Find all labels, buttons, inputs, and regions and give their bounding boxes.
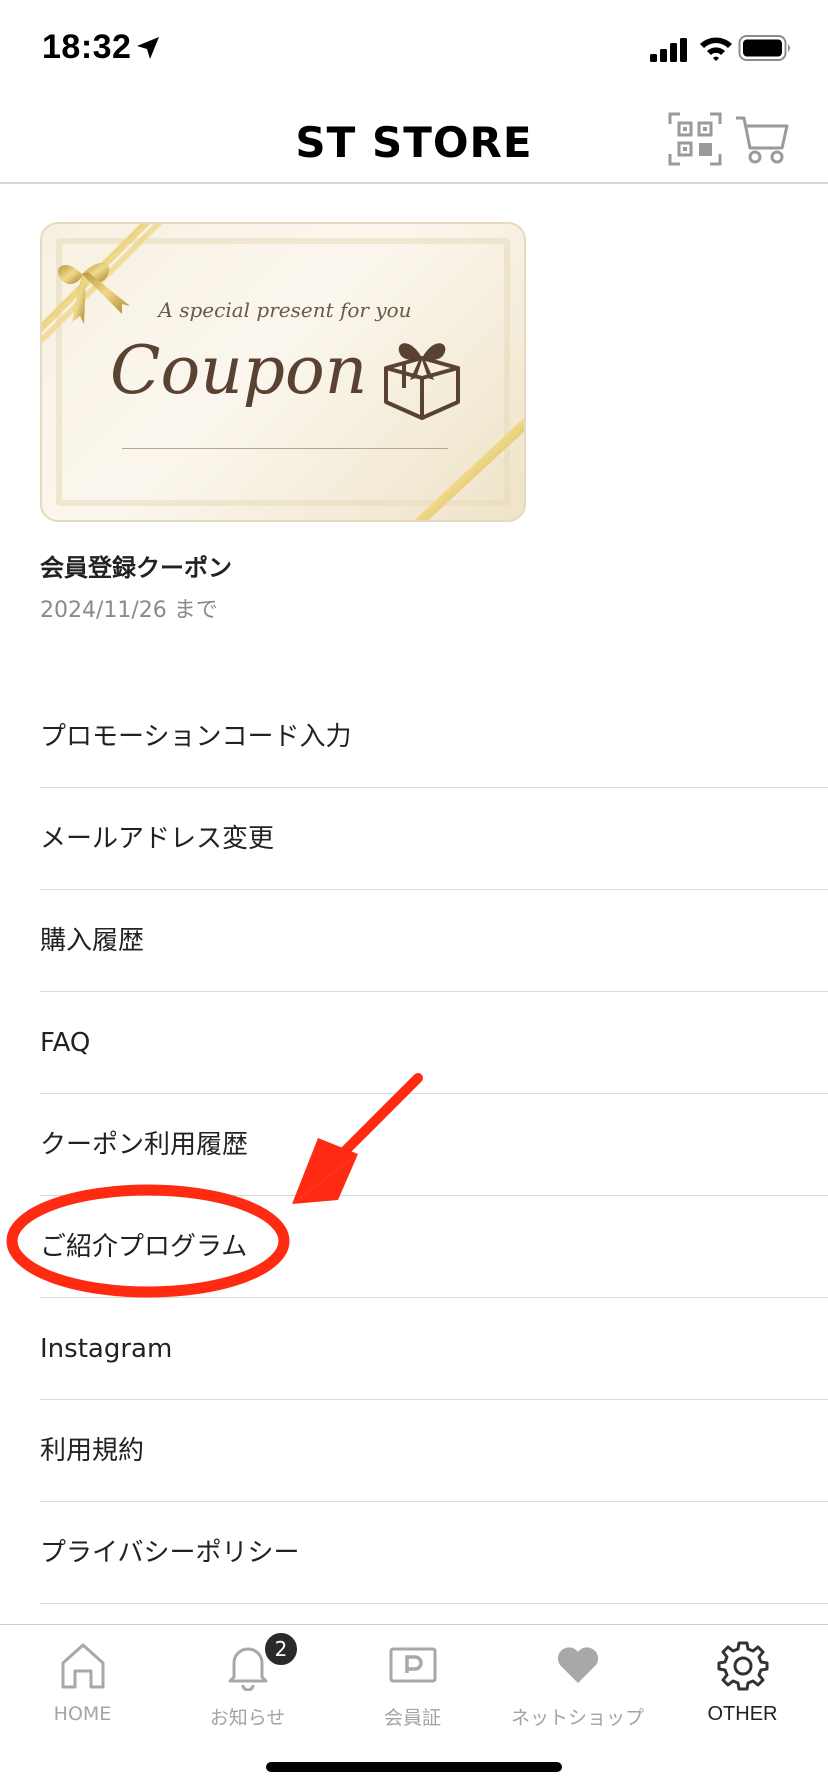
cellular-signal-icon <box>650 38 687 62</box>
tab-label: 会員証 <box>383 1707 441 1729</box>
notification-badge: 2 <box>263 1631 299 1667</box>
menu-item-coupon-history[interactable]: クーポン利用履歴 <box>40 1094 828 1196</box>
menu-item-terms[interactable]: 利用規約 <box>40 1400 828 1502</box>
menu-item-privacy-policy[interactable]: プライバシーポリシー <box>40 1502 828 1604</box>
menu-item-promotion-code[interactable]: プロモーションコード入力 <box>40 686 828 788</box>
coupon-title: 会員登録クーポン <box>40 554 232 582</box>
heart-icon <box>557 1647 599 1683</box>
menu-list: プロモーションコード入力 メールアドレス変更 購入履歴 FAQ クーポン利用履歴… <box>40 686 828 1604</box>
menu-item-label: プロモーションコード入力 <box>40 722 352 752</box>
gift-box-icon <box>384 343 460 420</box>
menu-item-label: プライバシーポリシー <box>40 1538 300 1568</box>
menu-item-referral-program[interactable]: ご紹介プログラム <box>40 1196 828 1298</box>
tab-member-card[interactable]: 会員証 <box>330 1625 495 1755</box>
coupon-expiry: 2024/11/26 まで <box>40 598 218 623</box>
coupon-card[interactable]: A special present for you Coupon <box>40 222 526 522</box>
menu-item-label: Instagram <box>40 1334 173 1364</box>
menu-item-faq[interactable]: FAQ <box>40 992 828 1094</box>
qr-code-icon[interactable] <box>668 112 722 166</box>
tagline-text: A special present for you <box>158 298 412 322</box>
tab-label: HOME <box>53 1703 112 1725</box>
home-icon <box>61 1643 105 1689</box>
status-time: 18:32 <box>42 28 132 66</box>
menu-item-label: FAQ <box>40 1028 91 1058</box>
home-indicator[interactable] <box>266 1762 562 1772</box>
menu-item-label: メールアドレス変更 <box>40 824 275 854</box>
member-card-icon <box>389 1647 437 1683</box>
tab-other[interactable]: OTHER <box>660 1625 825 1755</box>
status-bar: 18:32 <box>0 0 828 100</box>
app-header: ST STORE <box>0 100 828 184</box>
menu-item-label: クーポン利用履歴 <box>40 1130 249 1160</box>
tab-label: お知らせ <box>209 1707 286 1729</box>
tab-home[interactable]: HOME <box>0 1625 165 1755</box>
location-arrow-icon <box>137 37 159 59</box>
tab-label: OTHER <box>707 1703 778 1725</box>
menu-item-label: ご紹介プログラム <box>40 1232 248 1262</box>
menu-item-label: 利用規約 <box>40 1436 145 1466</box>
tab-notifications[interactable]: 2 お知らせ <box>165 1625 330 1755</box>
wifi-icon <box>700 37 732 61</box>
tab-net-shop[interactable]: ネットショップ <box>495 1625 660 1755</box>
tab-label: ネットショップ <box>510 1707 644 1729</box>
gear-icon <box>717 1641 769 1691</box>
menu-item-instagram[interactable]: Instagram <box>40 1298 828 1400</box>
cart-icon[interactable] <box>734 112 790 166</box>
menu-item-purchase-history[interactable]: 購入履歴 <box>40 890 828 992</box>
menu-item-label: 購入履歴 <box>40 926 145 956</box>
menu-item-email-change[interactable]: メールアドレス変更 <box>40 788 828 890</box>
coupon-divider <box>122 448 448 449</box>
coupon-tagline: A special present for you <box>42 298 524 322</box>
coupon-word: Coupon <box>110 332 368 409</box>
battery-icon <box>738 35 790 61</box>
